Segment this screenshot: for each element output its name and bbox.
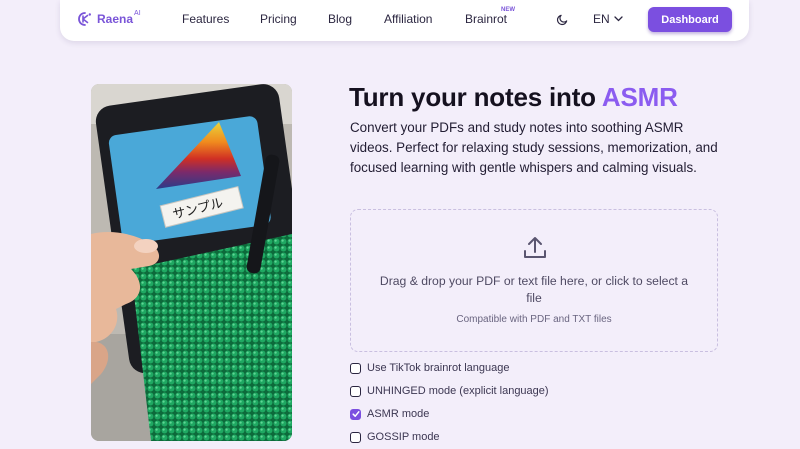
pin-art-photo: サンプル	[91, 84, 292, 441]
title-accent: ASMR	[601, 82, 678, 112]
file-dropzone[interactable]: Drag & drop your PDF or text file here, …	[350, 209, 718, 352]
brand-logo[interactable]: Raena AI	[77, 9, 141, 27]
option-unhinged-mode[interactable]: UNHINGED mode (explicit language)	[350, 385, 549, 397]
checkbox-unhinged-mode[interactable]	[350, 385, 361, 397]
option-label: GOSSIP mode	[367, 431, 440, 443]
upload-icon	[524, 237, 546, 258]
brand-ai-sup: AI	[134, 9, 141, 17]
nav-link-blog[interactable]: Blog	[328, 12, 352, 26]
page-title: Turn your notes into ASMR	[349, 82, 678, 113]
checkbox-gossip-mode[interactable]	[350, 431, 361, 443]
top-navbar: Raena AI Features Pricing Blog Affiliati…	[60, 0, 749, 41]
checkbox-tiktok-brainrot[interactable]	[350, 362, 361, 374]
title-main: Turn your notes into	[349, 82, 602, 112]
raena-logo-icon	[78, 12, 91, 26]
checkbox-asmr-mode[interactable]	[350, 408, 361, 420]
option-label: UNHINGED mode (explicit language)	[367, 385, 549, 397]
checkmark-icon	[351, 411, 360, 417]
option-asmr-mode[interactable]: ASMR mode	[350, 408, 429, 420]
hero-description: Convert your PDFs and study notes into s…	[350, 120, 718, 175]
option-label: Use TikTok brainrot language	[367, 362, 510, 374]
dropzone-compat-note: Compatible with PDF and TXT files	[456, 314, 612, 325]
asmr-preview-image: サンプル	[91, 84, 292, 441]
option-tiktok-brainrot[interactable]: Use TikTok brainrot language	[350, 362, 509, 374]
nav-link-features[interactable]: Features	[182, 12, 229, 26]
language-selector[interactable]: EN	[593, 12, 623, 26]
moon-icon[interactable]	[556, 13, 569, 26]
chevron-down-icon	[614, 16, 623, 22]
nav-link-affiliation[interactable]: Affiliation	[384, 12, 432, 26]
dashboard-button[interactable]: Dashboard	[648, 7, 732, 32]
dropzone-instructions: Drag & drop your PDF or text file here, …	[379, 274, 689, 305]
nav-link-pricing[interactable]: Pricing	[260, 12, 297, 26]
new-badge: NEW	[501, 7, 515, 13]
option-label: ASMR mode	[367, 408, 430, 420]
option-gossip-mode[interactable]: GOSSIP mode	[350, 431, 440, 443]
brand-name: Raena	[97, 12, 134, 26]
language-label: EN	[593, 12, 610, 26]
nav-link-brainrot[interactable]: Brainrot	[465, 12, 507, 26]
